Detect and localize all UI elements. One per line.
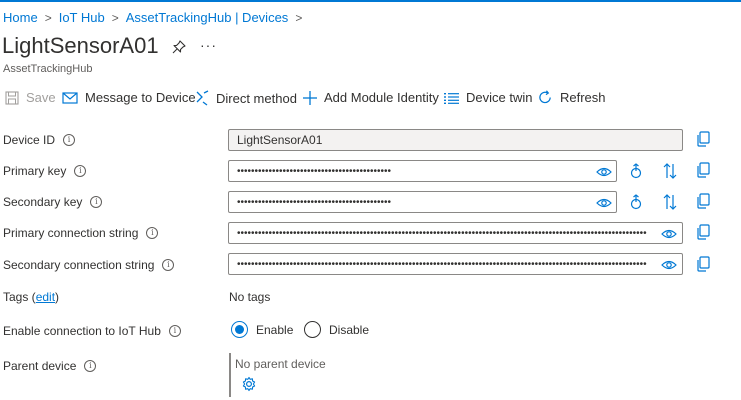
radio-selected-indicator bbox=[231, 321, 248, 338]
info-icon[interactable]: i bbox=[63, 134, 76, 146]
copy-icon[interactable] bbox=[695, 256, 711, 272]
enable-radio-label: Enable bbox=[256, 322, 294, 337]
primary-connection-string-field[interactable]: ••••••••••••••••••••••••••••••••••••••••… bbox=[228, 222, 683, 244]
show-eye-icon[interactable] bbox=[596, 166, 612, 178]
refresh-button[interactable]: Refresh bbox=[538, 90, 606, 105]
info-icon[interactable]: i bbox=[146, 227, 159, 239]
copy-icon[interactable] bbox=[695, 224, 711, 240]
parent-device-divider bbox=[229, 353, 231, 397]
tags-label: Tags ( edit ) bbox=[3, 290, 59, 304]
pin-icon[interactable] bbox=[171, 39, 187, 55]
show-eye-icon[interactable] bbox=[596, 197, 612, 209]
secondary-connection-string-field[interactable]: ••••••••••••••••••••••••••••••••••••••••… bbox=[228, 253, 683, 275]
device-id-label-row: Device ID i bbox=[3, 133, 76, 147]
secondary-key-value: ••••••••••••••••••••••••••••••••••••••••… bbox=[237, 196, 392, 208]
breadcrumb-separator: > bbox=[111, 10, 119, 25]
breadcrumb-iot-hub[interactable]: IoT Hub bbox=[59, 10, 105, 25]
swap-keys-icon[interactable] bbox=[662, 163, 678, 179]
enable-radio[interactable]: Enable bbox=[231, 321, 293, 338]
message-to-device-label: Message to Device bbox=[85, 90, 196, 105]
gear-icon[interactable] bbox=[241, 376, 257, 392]
breadcrumb-home[interactable]: Home bbox=[3, 10, 38, 25]
breadcrumb: Home > IoT Hub > AssetTrackingHub | Devi… bbox=[3, 10, 302, 25]
plus-icon bbox=[303, 90, 317, 105]
primary-key-value: ••••••••••••••••••••••••••••••••••••••••… bbox=[237, 165, 392, 177]
disable-radio[interactable]: Disable bbox=[304, 321, 369, 338]
mail-icon bbox=[62, 91, 78, 104]
page-title: LightSensorA01 bbox=[2, 33, 159, 58]
breadcrumb-separator: > bbox=[295, 10, 303, 25]
device-twin-button[interactable]: Device twin bbox=[444, 90, 532, 105]
secondary-connection-string-label-row: Secondary connection string i bbox=[3, 258, 175, 272]
show-eye-icon[interactable] bbox=[661, 228, 677, 240]
regenerate-key-icon[interactable] bbox=[628, 194, 644, 210]
device-id-value: LightSensorA01 bbox=[237, 133, 323, 147]
page-subtitle: AssetTrackingHub bbox=[3, 63, 93, 75]
primary-connection-string-label: Primary connection string bbox=[3, 226, 139, 240]
direct-method-button[interactable]: Direct method bbox=[195, 90, 297, 106]
parent-device-label-row: Parent device i bbox=[3, 359, 97, 373]
top-accent-bar bbox=[0, 0, 741, 2]
info-icon[interactable]: i bbox=[168, 325, 181, 337]
info-icon[interactable]: i bbox=[84, 360, 97, 372]
more-options-button[interactable]: ··· bbox=[200, 37, 217, 53]
refresh-icon bbox=[539, 90, 551, 104]
add-module-identity-button[interactable]: Add Module Identity bbox=[303, 90, 439, 105]
info-icon[interactable]: i bbox=[74, 165, 87, 177]
primary-key-label-row: Primary key i bbox=[3, 164, 87, 178]
tags-label-prefix: Tags ( bbox=[3, 290, 36, 304]
show-eye-icon[interactable] bbox=[661, 259, 677, 271]
save-icon bbox=[5, 90, 19, 105]
direct-method-icon bbox=[196, 90, 209, 106]
primary-key-label: Primary key bbox=[3, 164, 67, 178]
message-to-device-button[interactable]: Message to Device bbox=[62, 90, 196, 105]
info-icon[interactable]: i bbox=[90, 196, 103, 208]
tags-label-suffix: ) bbox=[55, 290, 60, 304]
refresh-label: Refresh bbox=[560, 90, 606, 105]
primary-connection-string-label-row: Primary connection string i bbox=[3, 226, 159, 240]
primary-connection-string-value: ••••••••••••••••••••••••••••••••••••••••… bbox=[237, 227, 647, 239]
parent-device-label: Parent device bbox=[3, 359, 77, 373]
radio-unselected-indicator bbox=[304, 321, 321, 338]
save-button[interactable]: Save bbox=[5, 90, 56, 105]
swap-keys-icon[interactable] bbox=[662, 194, 678, 210]
info-icon[interactable]: i bbox=[162, 259, 175, 271]
copy-icon[interactable] bbox=[695, 162, 711, 178]
primary-key-field[interactable]: ••••••••••••••••••••••••••••••••••••••••… bbox=[228, 160, 617, 182]
direct-method-label: Direct method bbox=[216, 90, 297, 106]
secondary-key-label-row: Secondary key i bbox=[3, 195, 103, 209]
save-label: Save bbox=[26, 90, 56, 105]
breadcrumb-devices[interactable]: AssetTrackingHub | Devices bbox=[126, 10, 289, 25]
add-module-identity-label: Add Module Identity bbox=[324, 90, 439, 105]
secondary-connection-string-value: ••••••••••••••••••••••••••••••••••••••••… bbox=[237, 258, 647, 270]
regenerate-key-icon[interactable] bbox=[628, 163, 644, 179]
tags-edit-link[interactable]: edit bbox=[36, 290, 55, 304]
copy-icon[interactable] bbox=[695, 131, 711, 147]
enable-connection-label: Enable connection to IoT Hub bbox=[3, 324, 161, 338]
copy-icon[interactable] bbox=[695, 193, 711, 209]
breadcrumb-separator: > bbox=[44, 10, 52, 25]
parent-device-value: No parent device bbox=[235, 357, 326, 371]
secondary-key-label: Secondary key bbox=[3, 195, 83, 209]
device-id-label: Device ID bbox=[3, 133, 56, 147]
device-twin-label: Device twin bbox=[466, 90, 533, 105]
tags-value: No tags bbox=[229, 290, 271, 304]
list-icon bbox=[444, 92, 459, 104]
secondary-connection-string-label: Secondary connection string bbox=[3, 258, 155, 272]
device-id-field[interactable]: LightSensorA01 bbox=[228, 129, 683, 151]
enable-connection-label-row: Enable connection to IoT Hub i bbox=[3, 324, 181, 338]
disable-radio-label: Disable bbox=[329, 322, 370, 337]
secondary-key-field[interactable]: ••••••••••••••••••••••••••••••••••••••••… bbox=[228, 191, 617, 213]
